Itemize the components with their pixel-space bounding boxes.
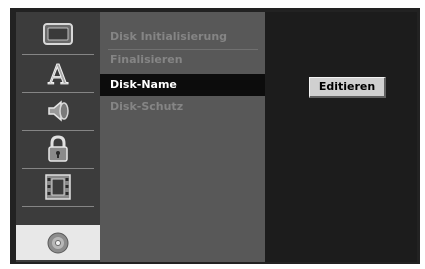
tv-monitor-icon <box>43 22 73 45</box>
sidebar-item-recording[interactable] <box>16 169 100 204</box>
menu-item-finalisieren[interactable]: Finalisieren <box>100 49 265 71</box>
disc-setup-screen: A Disk Initialisierung Finalisieren Disk… <box>10 8 420 264</box>
sidebar-item-language[interactable]: A <box>16 55 100 90</box>
menu-item-disk-schutz[interactable]: Disk-Schutz <box>100 96 265 118</box>
category-sidebar: A <box>16 12 100 262</box>
disc-options-menu: Disk Initialisierung Finalisieren Disk-N… <box>100 12 265 262</box>
menu-item-disk-initialisierung[interactable]: Disk Initialisierung <box>100 26 265 48</box>
sidebar-item-audio[interactable] <box>16 93 100 128</box>
language-icon: A <box>47 59 69 87</box>
menu-item-disk-name[interactable]: Disk-Name <box>100 74 265 96</box>
edit-button[interactable]: Editieren <box>309 77 386 98</box>
sidebar-item-display[interactable] <box>16 16 100 51</box>
sidebar-divider <box>22 206 94 207</box>
lock-icon <box>48 134 68 162</box>
svg-text:A: A <box>47 60 68 87</box>
disc-icon <box>47 232 69 253</box>
sidebar-item-lock[interactable] <box>16 131 100 166</box>
speaker-icon <box>48 99 69 122</box>
film-strip-icon <box>45 173 71 200</box>
option-panel: Editieren <box>265 12 417 262</box>
sidebar-item-disc[interactable] <box>16 225 100 260</box>
